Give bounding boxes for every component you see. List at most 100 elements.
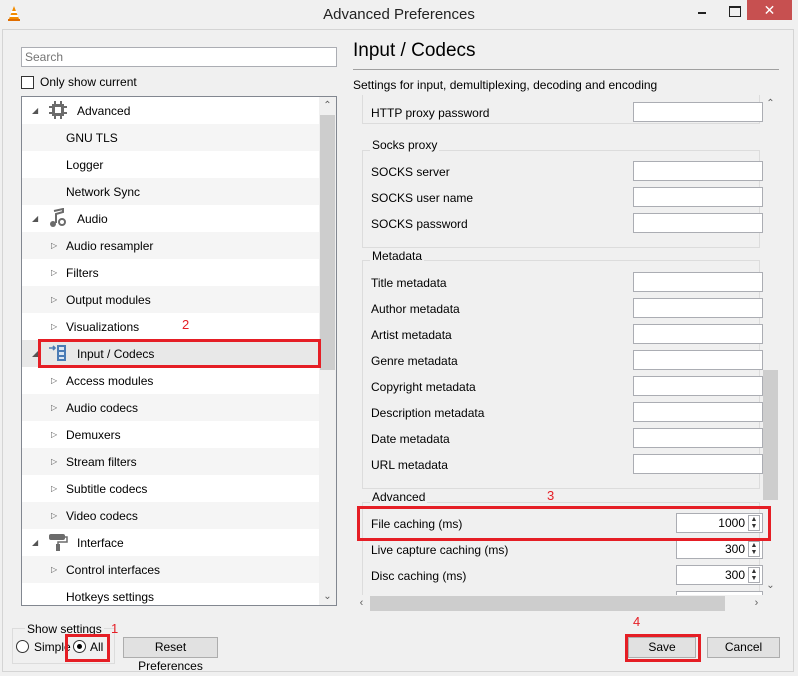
- setting-label: HTTP proxy password: [371, 106, 490, 120]
- settings-horizontal-scrollbar[interactable]: ‹ ›: [353, 595, 763, 612]
- tree-item-demuxers[interactable]: ▷ Demuxers: [22, 421, 320, 448]
- group-legend: Metadata: [370, 249, 425, 263]
- setting-label: Description metadata: [371, 406, 485, 420]
- spinbox-value: 300: [724, 568, 745, 582]
- tree-item-subtitle-codecs[interactable]: ▷ Subtitle codecs: [22, 475, 320, 502]
- expand-arrow-icon[interactable]: ▷: [51, 403, 59, 412]
- scrollbar-thumb[interactable]: [370, 596, 725, 611]
- expand-arrow-icon[interactable]: ▷: [51, 241, 59, 250]
- tree-item-stream-filters[interactable]: ▷ Stream filters: [22, 448, 320, 475]
- checkbox-box[interactable]: [21, 75, 34, 89]
- tree-item-logger[interactable]: Logger: [22, 151, 320, 178]
- setting-label: Author metadata: [371, 302, 460, 316]
- scrollbar-thumb[interactable]: [763, 370, 778, 500]
- tree-item-label: Interface: [77, 535, 124, 550]
- scroll-down-icon[interactable]: ⌄: [762, 577, 779, 594]
- tree-item-label: Output modules: [66, 292, 151, 307]
- minimize-button[interactable]: [688, 0, 718, 24]
- reset-preferences-button[interactable]: Reset Preferences: [123, 637, 218, 673]
- simple-radio[interactable]: [16, 640, 29, 653]
- only-show-current-label: Only show current: [40, 75, 137, 89]
- spin-arrows-icon[interactable]: ▲ ▼: [748, 541, 760, 557]
- collapse-arrow-icon[interactable]: ◢: [32, 538, 40, 547]
- socks-server-input[interactable]: [633, 161, 763, 181]
- expand-arrow-icon[interactable]: ▷: [51, 322, 59, 331]
- tree-item-label: Logger: [66, 157, 104, 172]
- description-metadata-input[interactable]: [633, 402, 763, 422]
- url-metadata-input[interactable]: [633, 454, 763, 474]
- window-title: Advanced Preferences: [323, 6, 475, 23]
- collapse-arrow-icon[interactable]: ◢: [32, 106, 40, 115]
- expand-arrow-icon[interactable]: ▷: [51, 376, 59, 385]
- expand-arrow-icon[interactable]: ▷: [51, 268, 59, 277]
- search-input[interactable]: [21, 47, 337, 67]
- tree-item-audio[interactable]: ◢ Audio: [22, 205, 320, 232]
- scroll-down-icon[interactable]: ⌄: [319, 588, 336, 605]
- tree-item-gnu-tls[interactable]: GNU TLS: [22, 124, 320, 151]
- author-metadata-input[interactable]: [633, 298, 763, 318]
- only-show-current-checkbox[interactable]: Only show current: [21, 74, 137, 90]
- tree-item-advanced[interactable]: ◢ Advanced: [22, 97, 320, 124]
- scrollbar-thumb[interactable]: [320, 115, 335, 370]
- tree-item-label: Stream filters: [66, 454, 137, 469]
- scroll-right-icon[interactable]: ›: [748, 595, 765, 612]
- tree-item-label: GNU TLS: [66, 130, 118, 145]
- cancel-button[interactable]: Cancel: [707, 637, 780, 658]
- expand-arrow-icon[interactable]: ▷: [51, 511, 59, 520]
- scroll-up-icon[interactable]: ⌃: [319, 97, 336, 114]
- tree-item-label: Advanced: [77, 103, 131, 118]
- collapse-arrow-icon[interactable]: ◢: [32, 214, 40, 223]
- tree-item-label: Control interfaces: [66, 562, 161, 577]
- title-bar: Advanced Preferences ✕: [0, 0, 798, 29]
- spin-arrows-icon[interactable]: ▲ ▼: [748, 567, 760, 583]
- socks-password-input[interactable]: [633, 213, 763, 233]
- expand-arrow-icon[interactable]: ▷: [51, 295, 59, 304]
- copyright-metadata-input[interactable]: [633, 376, 763, 396]
- disc-caching-spinbox[interactable]: 300 ▲ ▼: [676, 565, 763, 585]
- annotation-number: 1: [111, 621, 119, 636]
- expand-arrow-icon[interactable]: ▷: [51, 457, 59, 466]
- socks-user-name-input[interactable]: [633, 187, 763, 207]
- tree-item-audio-resampler[interactable]: ▷ Audio resampler: [22, 232, 320, 259]
- scroll-up-icon[interactable]: ⌃: [762, 95, 779, 112]
- group-legend: Advanced: [370, 490, 428, 504]
- title-divider: [353, 69, 779, 70]
- tree-item-label: Visualizations: [66, 319, 140, 334]
- http-proxy-password-input[interactable]: [633, 102, 763, 122]
- annotation-box-input-codecs: [38, 339, 321, 368]
- expand-arrow-icon[interactable]: ▷: [51, 430, 59, 439]
- tree-item-label: Network Sync: [66, 184, 141, 199]
- scroll-left-icon[interactable]: ‹: [353, 595, 370, 612]
- setting-label: Live capture caching (ms): [371, 543, 509, 557]
- setting-label: SOCKS user name: [371, 191, 474, 205]
- tree-item-access-modules[interactable]: ▷ Access modules: [22, 367, 320, 394]
- tree-item-hotkeys-settings[interactable]: Hotkeys settings: [22, 583, 320, 605]
- panel-subtitle: Settings for input, demultiplexing, deco…: [353, 78, 658, 92]
- annotation-box-file-caching: [357, 506, 771, 541]
- close-button[interactable]: ✕: [747, 0, 792, 20]
- group-legend: Socks proxy: [370, 138, 440, 152]
- maximize-button[interactable]: [720, 0, 750, 24]
- tree-item-audio-codecs[interactable]: ▷ Audio codecs: [22, 394, 320, 421]
- tree-scrollbar[interactable]: ⌃ ⌄: [319, 97, 336, 605]
- tree-item-filters[interactable]: ▷ Filters: [22, 259, 320, 286]
- setting-label: URL metadata: [371, 458, 448, 472]
- tree-item-visualizations[interactable]: ▷ Visualizations: [22, 313, 320, 340]
- expand-arrow-icon[interactable]: ▷: [51, 484, 59, 493]
- tree-item-label: Subtitle codecs: [66, 481, 148, 496]
- spinbox-value: 300: [724, 542, 745, 556]
- expand-arrow-icon[interactable]: ▷: [51, 565, 59, 574]
- setting-label: Title metadata: [371, 276, 447, 290]
- tree-item-control-interfaces[interactable]: ▷ Control interfaces: [22, 556, 320, 583]
- tree-item-video-codecs[interactable]: ▷ Video codecs: [22, 502, 320, 529]
- panel-title: Input / Codecs: [353, 40, 476, 61]
- genre-metadata-input[interactable]: [633, 350, 763, 370]
- tree-item-network-sync[interactable]: Network Sync: [22, 178, 320, 205]
- live-capture-caching-spinbox[interactable]: 300 ▲ ▼: [676, 539, 763, 559]
- tree-item-interface[interactable]: ◢ Interface: [22, 529, 320, 556]
- tree-item-output-modules[interactable]: ▷ Output modules: [22, 286, 320, 313]
- title-metadata-input[interactable]: [633, 272, 763, 292]
- artist-metadata-input[interactable]: [633, 324, 763, 344]
- setting-label: Date metadata: [371, 432, 450, 446]
- date-metadata-input[interactable]: [633, 428, 763, 448]
